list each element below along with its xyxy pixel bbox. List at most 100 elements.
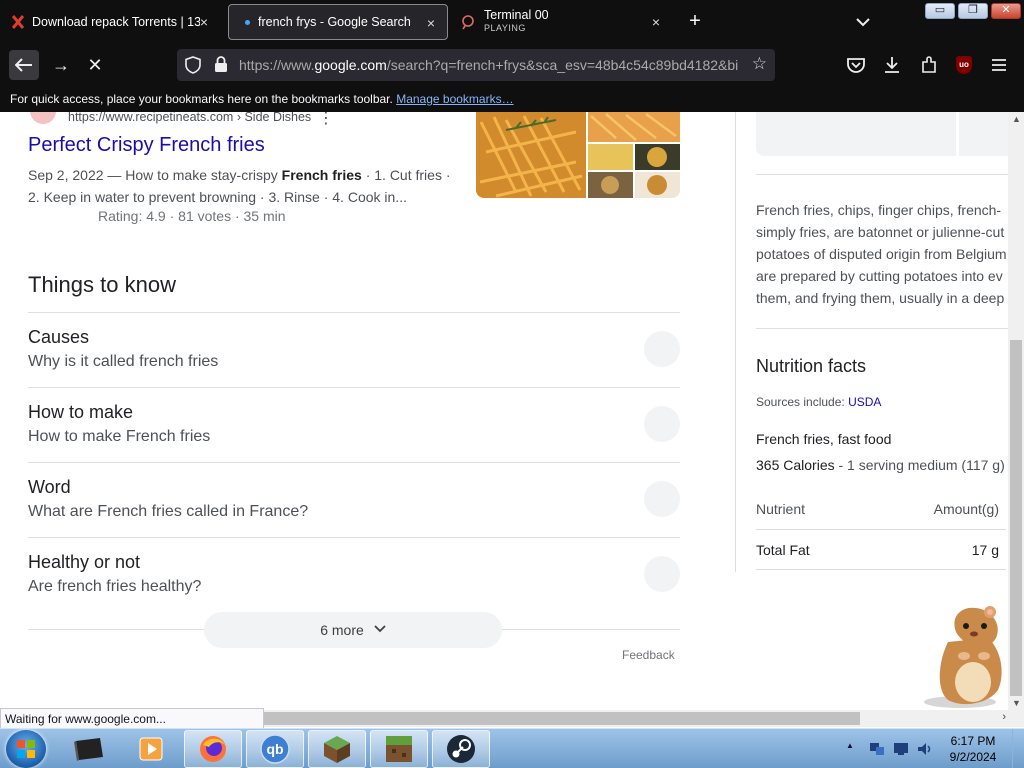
grass-block-icon [386, 736, 412, 762]
bookmarks-hint-text: For quick access, place your bookmarks h… [10, 92, 393, 106]
list-all-tabs-chevron-icon[interactable] [852, 12, 874, 32]
new-tab-button[interactable]: + [684, 10, 706, 33]
nutrient-amount: 17 g [971, 542, 999, 558]
tab-torrents[interactable]: Download repack Torrents | 13 × [4, 4, 220, 40]
item-subtitle: Are french fries healthy? [28, 578, 202, 595]
url-text[interactable]: https://www.google.com/search?q=french+f… [239, 57, 739, 73]
things-to-know-item[interactable]: Causes Why is it called french fries [28, 312, 680, 387]
lock-icon[interactable] [213, 55, 229, 73]
hamburger-menu-icon[interactable] [988, 54, 1010, 76]
things-to-know-heading: Things to know [28, 272, 176, 297]
taskbar-clock[interactable]: 6:17 PM 9/2/2024 [940, 733, 1006, 765]
tab-label: Download repack Torrents | 13 [32, 15, 200, 29]
show-more-label: 6 more [320, 622, 364, 638]
back-arrow-icon [15, 58, 32, 72]
tab-bar: Download repack Torrents | 13 × french f… [0, 0, 1024, 44]
taskbar-app-minecraft[interactable] [370, 730, 428, 768]
window-minimize-button[interactable]: ▭ [925, 3, 955, 19]
nutrition-calories: 365 Calories - 1 serving medium (117 g) [756, 457, 1005, 473]
monitor-icon[interactable] [892, 740, 910, 758]
search-results-page: https://www.recipetineats.com › Side Dis… [0, 112, 1008, 710]
result-snippet: Sep 2, 2022 — How to make stay-crispy Fr… [28, 167, 451, 205]
knowledge-panel-description: French fries, chips, finger chips, frenc… [756, 202, 1007, 306]
scrollbar-thumb[interactable] [1010, 340, 1022, 696]
show-desktop-button[interactable] [1012, 729, 1024, 768]
divider [735, 112, 736, 572]
taskbar-app-terminal[interactable] [60, 730, 118, 768]
tab-label: french frys - Google Search [258, 15, 411, 29]
chevron-down-icon [374, 624, 386, 636]
divider [756, 529, 1006, 530]
taskbar-app-minecraft-launcher[interactable] [308, 730, 366, 768]
tab-google-search[interactable]: french frys - Google Search × [228, 4, 448, 40]
show-hidden-icons-arrow[interactable]: ▲ [846, 741, 854, 750]
show-more-button[interactable]: 6 more [204, 612, 502, 648]
downloads-icon[interactable] [881, 54, 903, 76]
nutrition-table-header: Nutrient Amount(g) [756, 501, 999, 517]
taskbar-app-firefox[interactable] [184, 730, 242, 768]
svg-text:qb: qb [266, 741, 283, 757]
result-thumbnail-fries-image[interactable] [476, 112, 680, 198]
stop-loading-button[interactable]: ✕ [80, 50, 110, 80]
expand-chevron-icon[interactable] [644, 481, 680, 517]
window-maximize-button[interactable]: ❐ [958, 3, 988, 19]
knowledge-panel-image[interactable] [756, 112, 956, 156]
result-favicon [30, 112, 56, 124]
expand-chevron-icon[interactable] [644, 406, 680, 442]
network-icon[interactable] [868, 740, 886, 758]
nutrition-sources: Sources include: USDA [756, 395, 882, 409]
ublock-origin-icon[interactable]: uo [956, 56, 972, 74]
divider [756, 174, 1008, 175]
result-more-options-icon[interactable]: ⋮ [318, 112, 334, 128]
taskbar-app-media-player[interactable] [122, 730, 180, 768]
vertical-scrollbar[interactable]: ▲ ▼ [1008, 112, 1024, 710]
window-close-button[interactable]: ✕ [991, 3, 1021, 19]
item-subtitle: Why is it called french fries [28, 353, 219, 370]
volume-icon[interactable] [916, 740, 934, 758]
scroll-down-arrow-icon[interactable]: ▼ [1012, 698, 1021, 708]
loading-dot-icon [245, 19, 250, 25]
nutrition-food-select[interactable]: French fries, fast food [756, 431, 891, 447]
qbittorrent-icon: qb [260, 734, 290, 764]
taskbar-app-steam[interactable] [432, 730, 490, 768]
tab-close-icon[interactable]: × [423, 15, 439, 31]
scroll-right-arrow-icon[interactable]: › [1002, 711, 1006, 723]
things-to-know-item[interactable]: Healthy or not Are french fries healthy? [28, 537, 680, 612]
scroll-up-arrow-icon[interactable]: ▲ [1012, 114, 1021, 124]
expand-chevron-icon[interactable] [644, 331, 680, 367]
result-title-link[interactable]: Perfect Crispy French fries [28, 134, 265, 157]
hamster-desktop-pet-image[interactable] [918, 602, 1010, 710]
things-to-know-item[interactable]: Word What are French fries called in Fra… [28, 462, 680, 537]
forward-button[interactable]: → [46, 50, 76, 80]
start-button[interactable] [6, 730, 46, 768]
desktop-screen: Download repack Torrents | 13 × french f… [0, 0, 1024, 768]
back-button[interactable] [9, 50, 39, 80]
item-title: Causes [28, 327, 90, 347]
feedback-link[interactable]: Feedback [622, 648, 675, 662]
clock-time: 6:17 PM [950, 734, 996, 748]
bookmark-star-icon[interactable]: ☆ [752, 54, 767, 74]
nutrition-facts-heading: Nutrition facts [756, 356, 867, 376]
knowledge-panel-image[interactable] [959, 112, 1008, 156]
tab-terminal[interactable]: Terminal 00 PLAYING × [452, 4, 672, 40]
nutrition-table-row: Total Fat 17 g [756, 542, 999, 558]
bookmarks-toolbar: For quick access, place your bookmarks h… [0, 86, 1024, 112]
music-site-icon [462, 15, 474, 30]
usda-link[interactable]: USDA [848, 395, 881, 409]
result-url[interactable]: https://www.recipetineats.com › Side Dis… [68, 112, 311, 124]
address-bar[interactable]: https://www.google.com/search?q=french+f… [177, 49, 775, 81]
extensions-puzzle-icon[interactable] [918, 54, 940, 76]
scrollbar-corner [1008, 710, 1024, 727]
tracking-protection-shield-icon[interactable] [185, 56, 201, 74]
tab-close-icon[interactable]: × [196, 14, 212, 30]
item-title: Word [28, 477, 71, 497]
expand-chevron-icon[interactable] [644, 556, 680, 592]
manage-bookmarks-link[interactable]: Manage bookmarks… [396, 92, 513, 106]
divider [756, 569, 1006, 570]
tab-close-icon[interactable]: × [648, 14, 664, 30]
media-player-icon [139, 737, 163, 761]
windows-logo-icon [17, 740, 35, 758]
pocket-icon[interactable] [845, 54, 867, 76]
taskbar-app-qbittorrent[interactable]: qb [246, 730, 304, 768]
things-to-know-item[interactable]: How to make How to make French fries [28, 387, 680, 462]
